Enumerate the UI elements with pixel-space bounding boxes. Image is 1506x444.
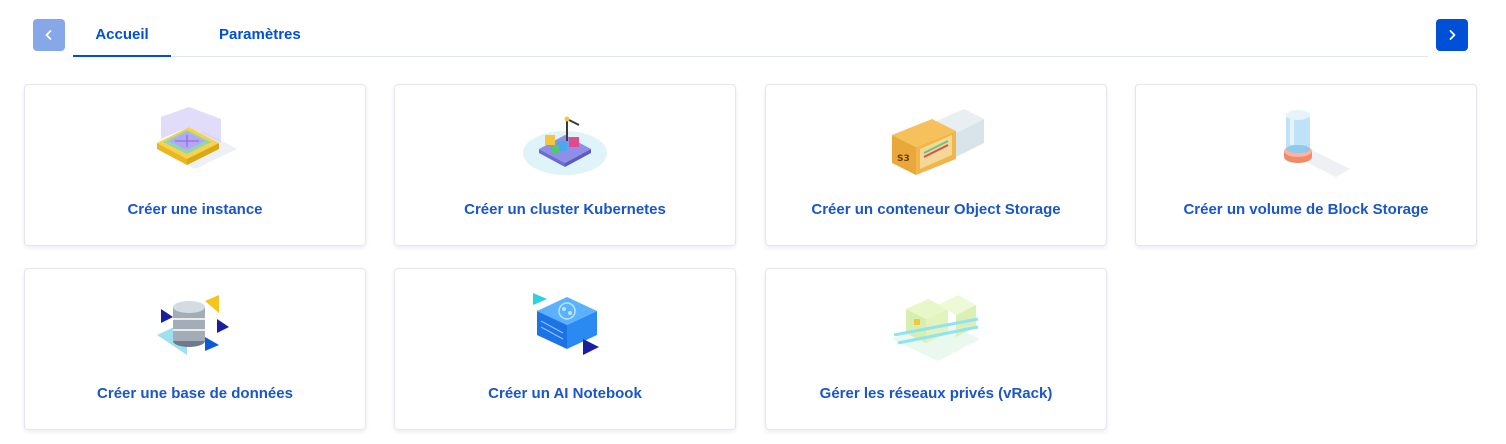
card-label: Créer un conteneur Object Storage <box>811 201 1061 218</box>
create-block-storage-card[interactable]: Créer un volume de Block Storage <box>1135 84 1477 246</box>
instance-icon <box>147 105 243 181</box>
page: Accueil Paramètres Créer une instance Cr… <box>0 0 1506 444</box>
create-object-storage-card[interactable]: S3 Créer un conteneur Object Storage <box>765 84 1107 246</box>
card-label: Créer un cluster Kubernetes <box>464 201 666 218</box>
object-storage-icon: S3 <box>888 105 984 181</box>
card-label: Gérer les réseaux privés (vRack) <box>819 385 1053 402</box>
scroll-tabs-left-button[interactable] <box>33 19 65 51</box>
chevron-right-icon <box>1449 30 1456 40</box>
card-label: Créer une instance <box>127 201 263 218</box>
create-ai-notebook-card[interactable]: Créer un AI Notebook <box>394 268 736 430</box>
create-database-card[interactable]: Créer une base de données <box>24 268 366 430</box>
create-kubernetes-cluster-card[interactable]: Créer un cluster Kubernetes <box>394 84 736 246</box>
block-storage-icon <box>1258 105 1354 181</box>
chevron-left-icon <box>45 30 52 40</box>
tab-accueil[interactable]: Accueil <box>73 17 171 57</box>
tab-bar: Accueil Paramètres <box>33 17 1468 57</box>
scroll-tabs-right-button[interactable] <box>1436 19 1468 51</box>
tabs: Accueil Paramètres <box>73 17 1428 57</box>
manage-vrack-card[interactable]: Gérer les réseaux privés (vRack) <box>765 268 1107 430</box>
tab-parametres[interactable]: Paramètres <box>219 17 301 57</box>
svg-text:S3: S3 <box>897 154 910 164</box>
ai-notebook-icon <box>517 289 613 365</box>
card-label: Créer un AI Notebook <box>488 385 642 402</box>
vrack-network-icon <box>888 289 984 365</box>
database-icon <box>147 289 243 365</box>
create-instance-card[interactable]: Créer une instance <box>24 84 366 246</box>
card-label: Créer un volume de Block Storage <box>1183 201 1429 218</box>
card-label: Créer une base de données <box>97 385 293 402</box>
kubernetes-icon <box>517 105 613 181</box>
